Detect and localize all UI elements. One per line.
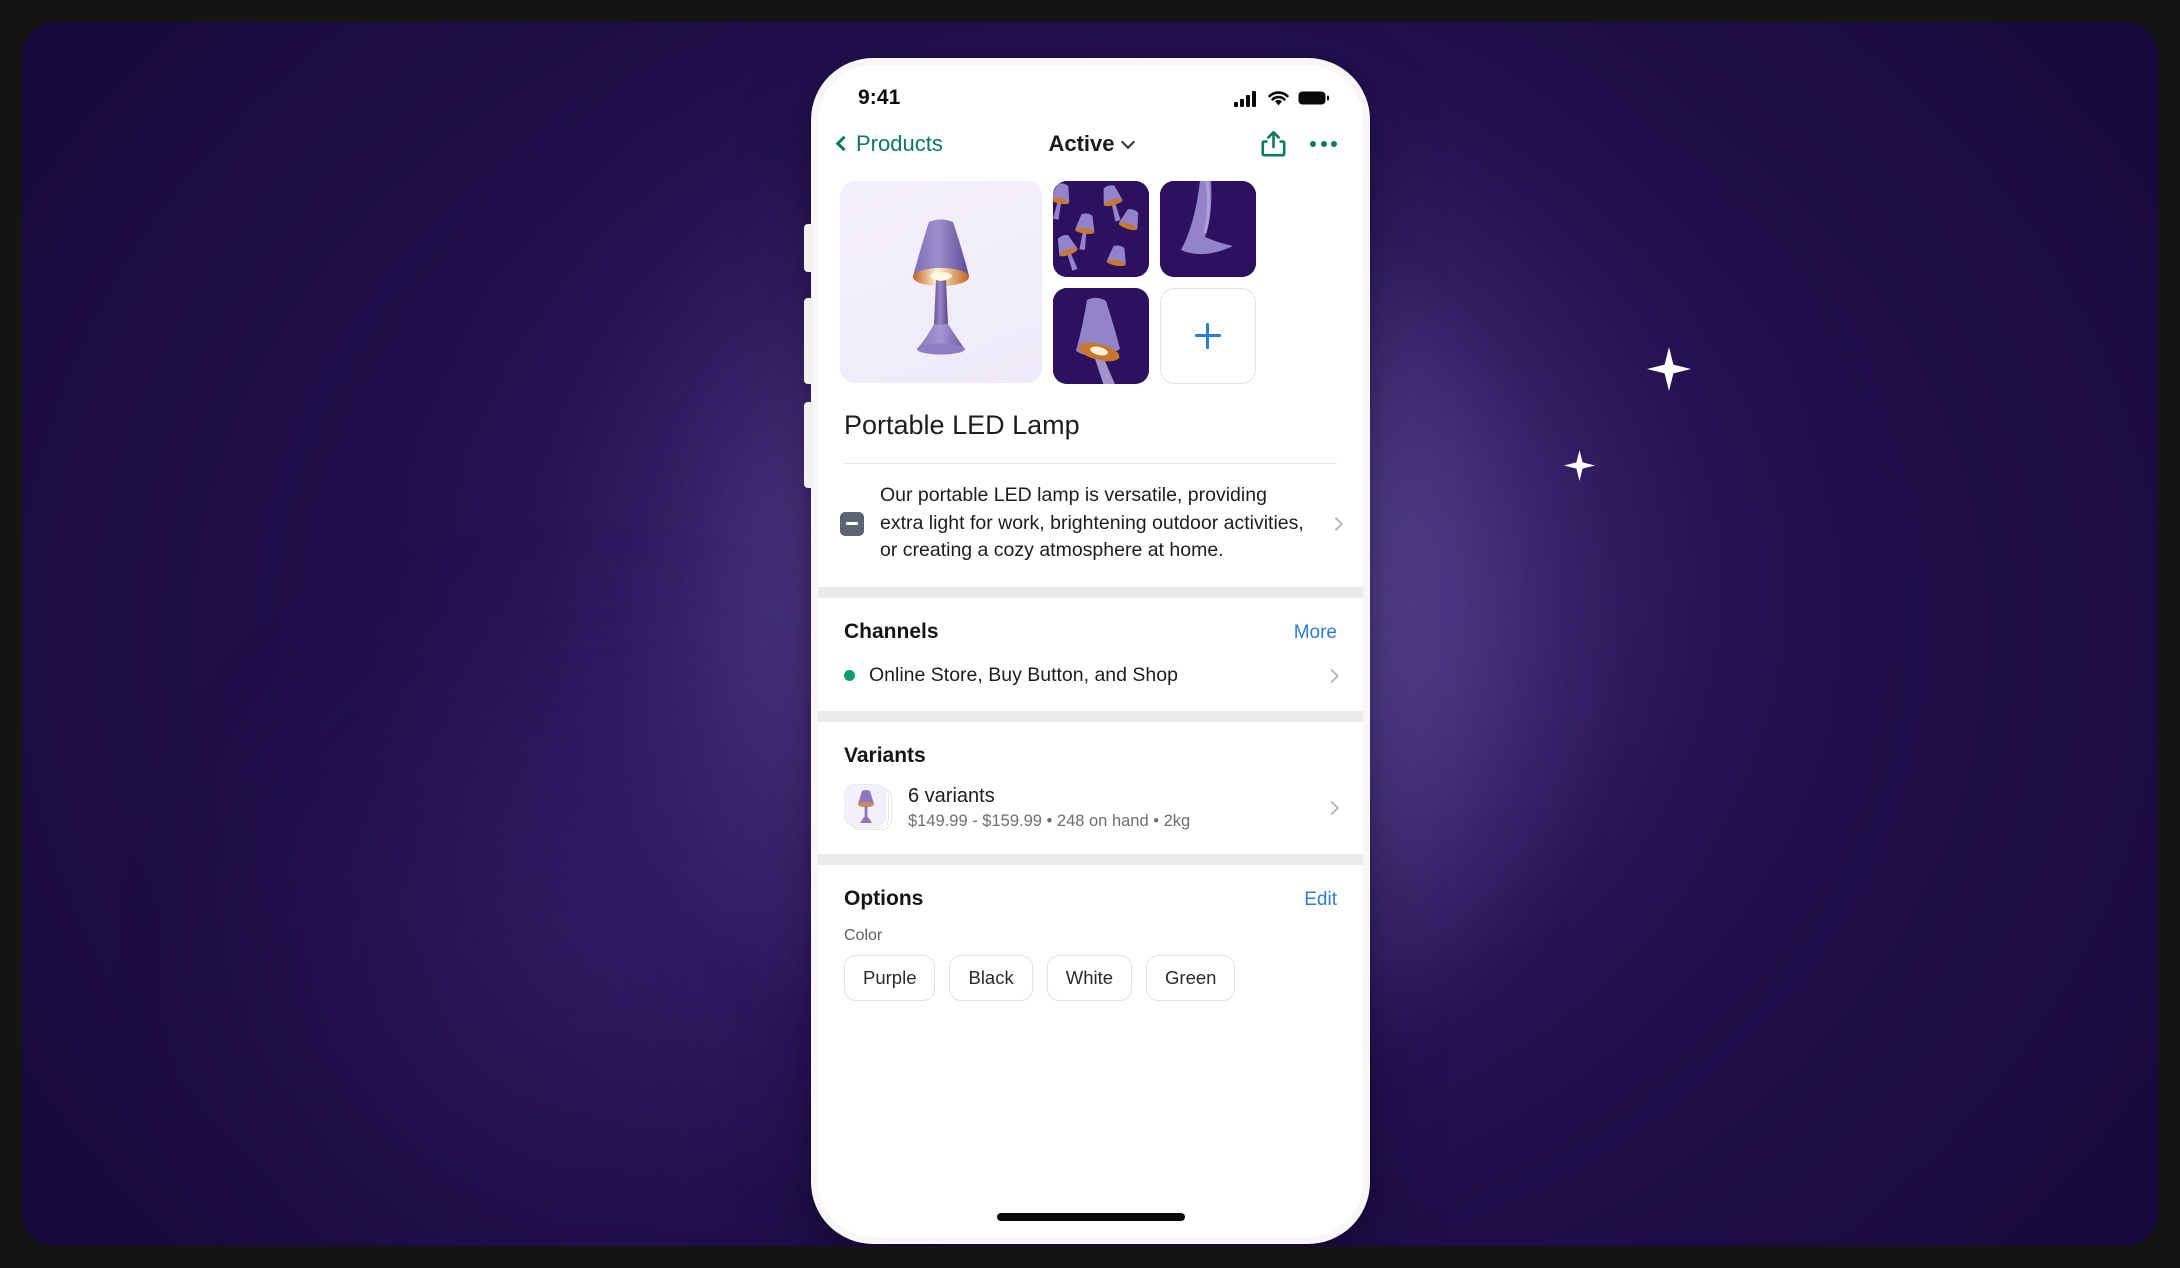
option-chip[interactable]: White — [1046, 955, 1133, 1002]
ellipsis-dot — [1310, 141, 1316, 147]
page-title: Portable LED Lamp — [844, 410, 1080, 440]
channels-more-link[interactable]: More — [1294, 622, 1337, 644]
chevron-left-icon — [835, 135, 852, 152]
active-status-dot-icon — [844, 670, 855, 682]
option-chip[interactable]: Green — [1146, 955, 1236, 1002]
option-value-chips: Purple Black White Green — [818, 955, 1363, 1002]
option-chip[interactable]: Purple — [844, 955, 936, 1002]
option-chip[interactable]: Black — [949, 955, 1033, 1002]
media-gallery — [818, 171, 1363, 384]
phone-mute-switch[interactable] — [804, 224, 813, 272]
phone-volume-up-button[interactable] — [804, 298, 813, 384]
options-header: Options Edit — [818, 865, 1363, 923]
chevron-right-icon — [1324, 668, 1340, 683]
thumbnail-lamp-base[interactable] — [1160, 181, 1256, 277]
product-description-text: Our portable LED lamp is versatile, prov… — [880, 484, 1304, 562]
chevron-right-icon — [1324, 800, 1340, 816]
navigation-bar: Products Active — [818, 117, 1363, 171]
chevron-right-icon — [1328, 516, 1344, 531]
chevron-down-icon — [1120, 134, 1135, 149]
channels-header: Channels More — [818, 598, 1363, 656]
lamp-pattern-illustration — [1053, 181, 1149, 277]
variants-title: Variants — [844, 744, 926, 768]
ellipsis-dot — [1331, 141, 1337, 147]
screenshot-frame: 9:41 Products Active Portable LED Lamp O… — [0, 0, 2180, 1268]
options-title: Options — [844, 887, 924, 911]
ellipsis-dot — [1320, 141, 1327, 147]
more-options-button[interactable] — [1308, 133, 1339, 155]
phone-volume-down-button[interactable] — [804, 402, 813, 488]
add-media-button[interactable] — [1160, 288, 1256, 384]
back-to-products-button[interactable]: Products — [832, 127, 949, 161]
section-separator — [818, 587, 1363, 599]
section-separator — [818, 711, 1363, 723]
channels-section: Channels More Online Store, Buy Button, … — [818, 598, 1363, 711]
variant-lamp-thumbnail — [844, 784, 886, 827]
variant-thumbnail-stack — [844, 784, 892, 832]
lamp-illustration — [913, 219, 969, 355]
thumbnail-lamp-angled[interactable] — [1053, 288, 1149, 384]
channel-list-item[interactable]: Online Store, Buy Button, and Shop — [818, 656, 1363, 711]
home-indicator-bar[interactable] — [996, 1213, 1185, 1221]
options-section: Options Edit Color Purple Black White Gr… — [818, 865, 1363, 1002]
option-group-label: Color — [844, 927, 883, 945]
navigation-actions — [1261, 130, 1339, 158]
product-description-row[interactable]: Our portable LED lamp is versatile, prov… — [818, 464, 1363, 587]
lamp-angled-illustration — [1053, 288, 1149, 384]
section-separator — [818, 854, 1363, 866]
variants-header: Variants — [818, 722, 1363, 780]
collapse-minus-icon — [840, 511, 864, 536]
product-detail-scroll[interactable]: Portable LED Lamp Our portable LED lamp … — [818, 171, 1363, 1237]
battery-icon — [1298, 91, 1329, 105]
channels-title: Channels — [844, 620, 939, 644]
phone-screen: 9:41 Products Active Portable LED Lamp O… — [818, 65, 1363, 1237]
share-icon[interactable] — [1261, 130, 1286, 158]
signal-bars-icon — [1234, 90, 1256, 107]
variant-lamp-illustration — [858, 790, 874, 824]
lamp-base-illustration — [1160, 181, 1256, 277]
variant-meta-label: $149.99 - $159.99 • 248 on hand • 2kg — [908, 812, 1191, 831]
thumbnail-grid — [1053, 181, 1256, 384]
status-bar-clock: 9:41 — [858, 86, 901, 109]
purple-backdrop: 9:41 Products Active Portable LED Lamp O… — [22, 22, 2158, 1246]
channel-list-item-label: Online Store, Buy Button, and Shop — [869, 664, 1178, 687]
thumbnail-lamp-pattern[interactable] — [1053, 181, 1149, 277]
product-status-label: Active — [1048, 131, 1115, 156]
back-button-label: Products — [856, 131, 943, 156]
status-bar: 9:41 — [818, 65, 1363, 117]
variant-count-label: 6 variants — [908, 785, 995, 808]
hero-product-image[interactable] — [840, 181, 1042, 383]
variant-summary: 6 variants $149.99 - $159.99 • 248 on ha… — [908, 785, 1311, 831]
options-edit-link[interactable]: Edit — [1304, 889, 1337, 911]
wifi-icon — [1268, 90, 1289, 105]
status-bar-indicators — [1234, 90, 1329, 107]
plus-icon — [1195, 323, 1221, 349]
variants-section: Variants 6 variants $149.99 - $159.99 • … — [818, 722, 1363, 854]
phone-mockup: 9:41 Products Active Portable LED Lamp O… — [804, 58, 1370, 1244]
variants-list-item[interactable]: 6 variants $149.99 - $159.99 • 248 on ha… — [818, 780, 1363, 854]
